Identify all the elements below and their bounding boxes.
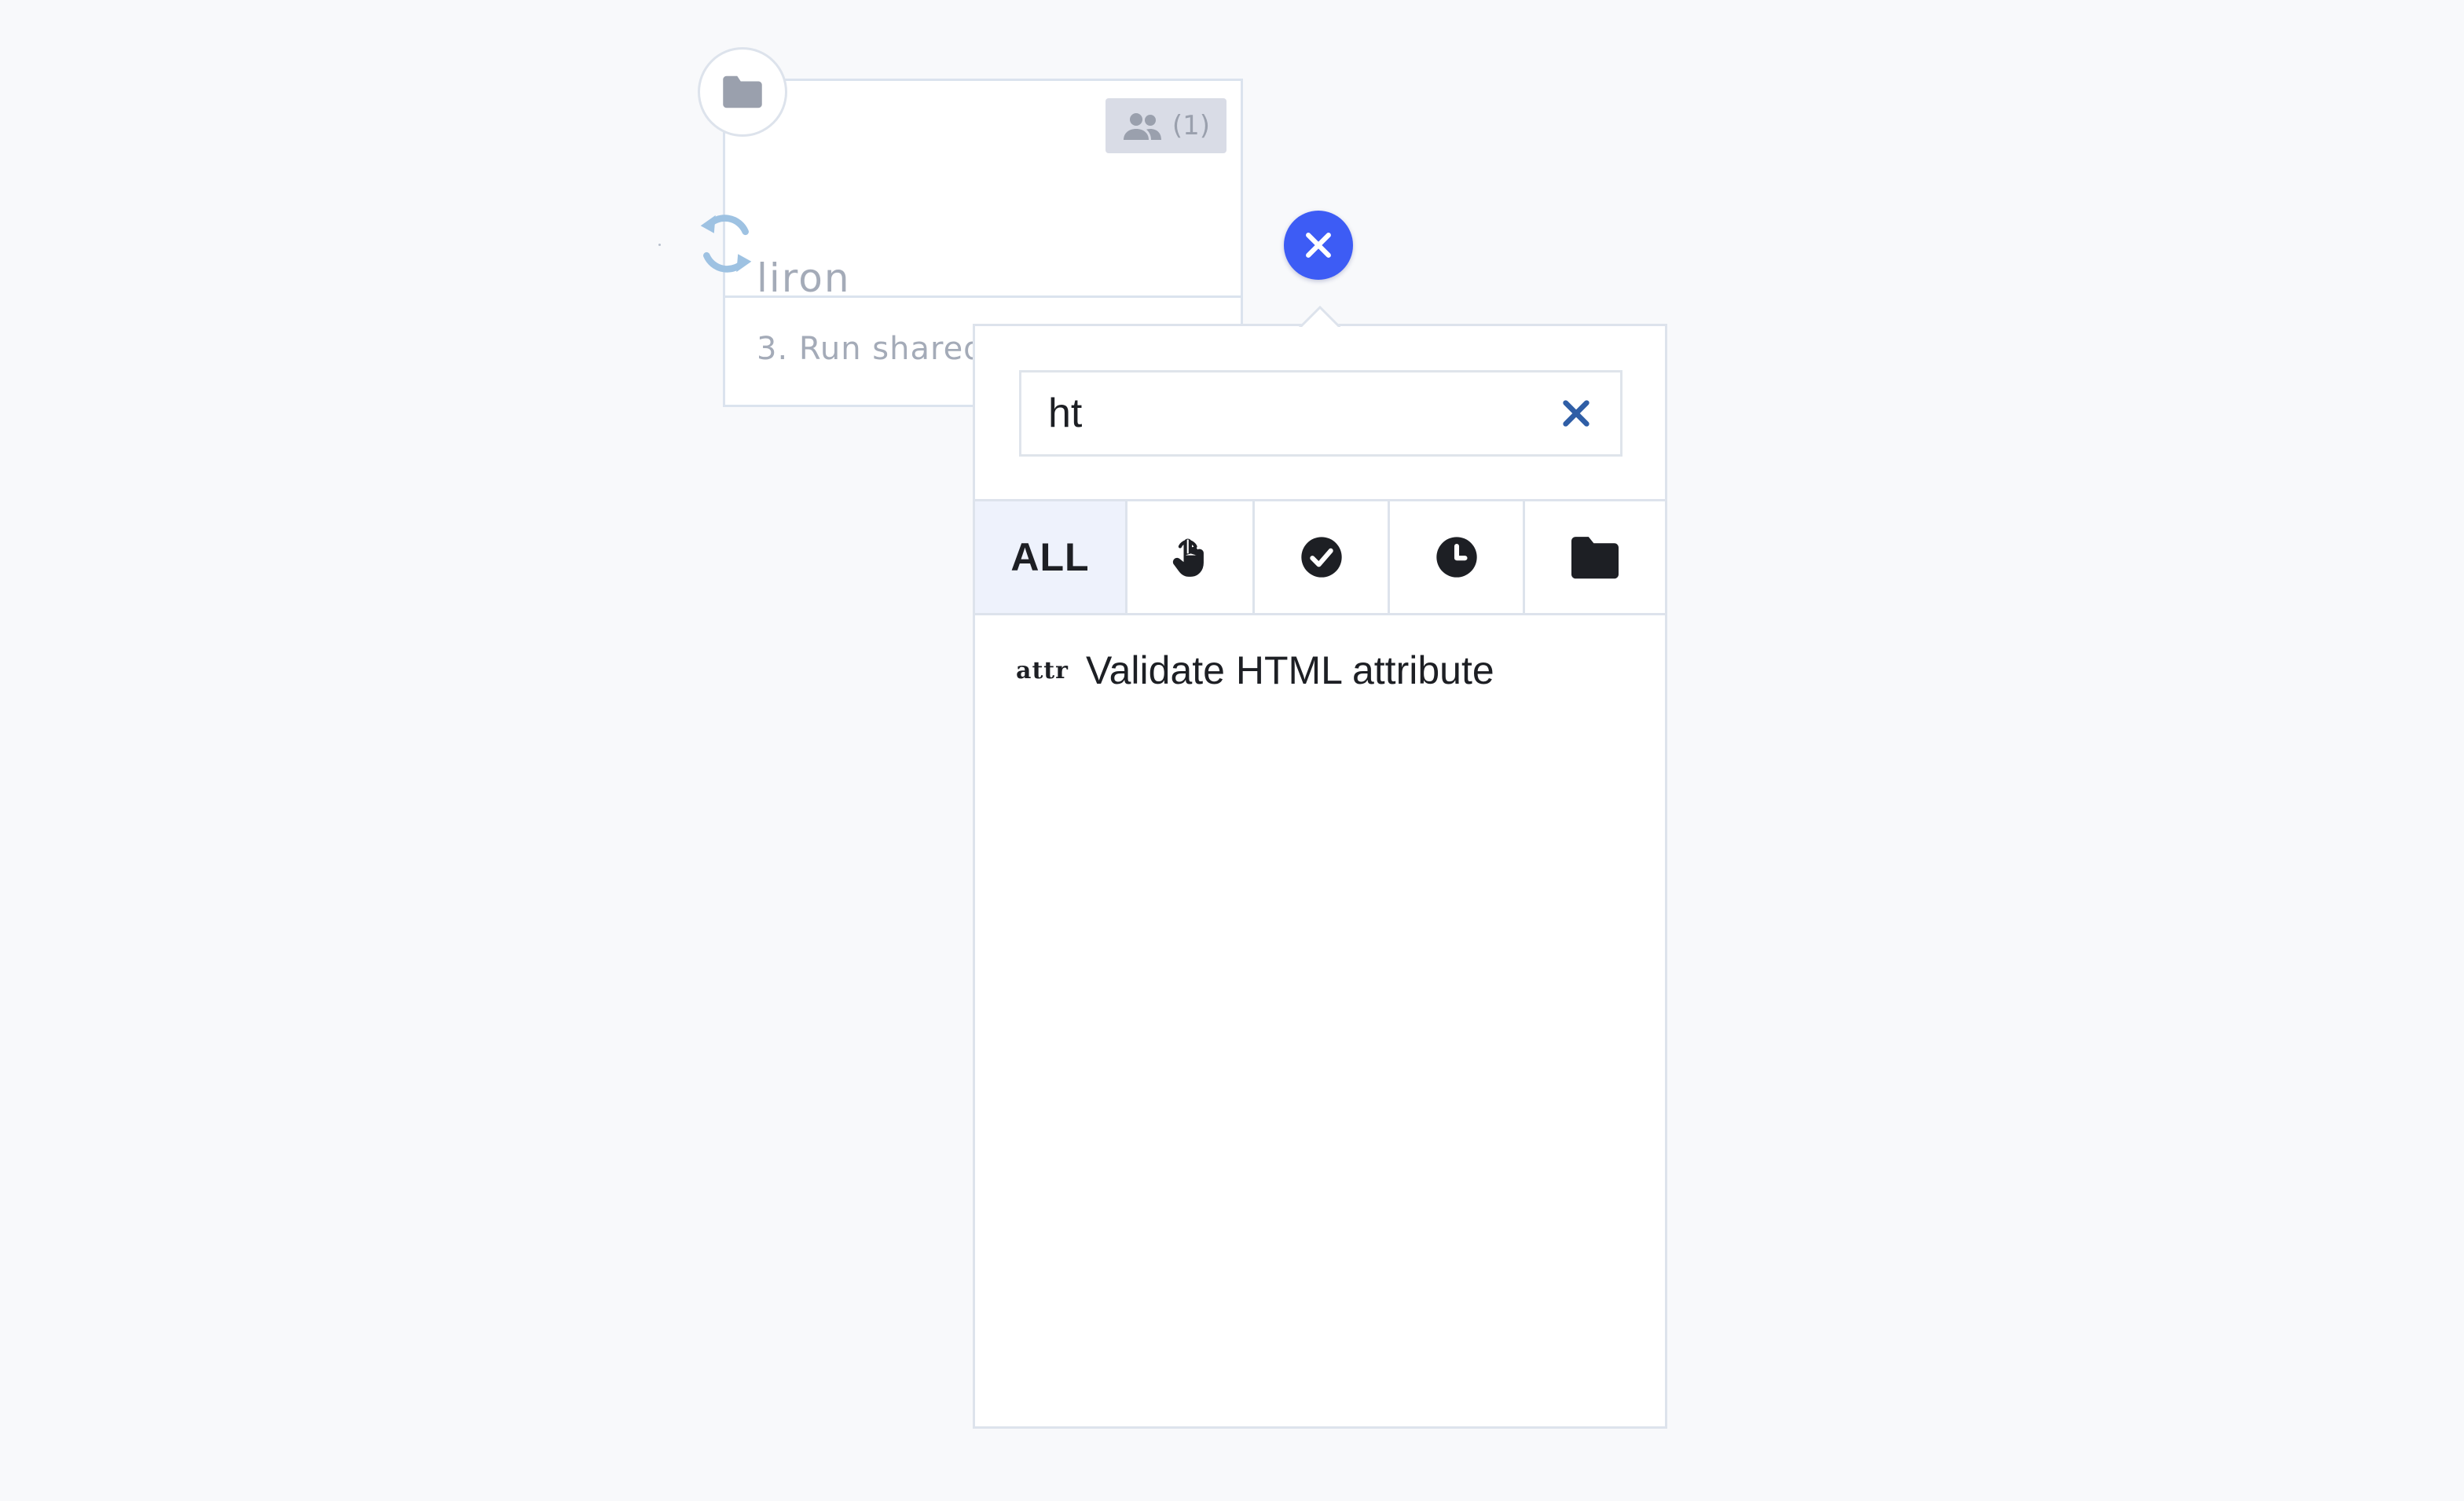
shared-users-count: (1) <box>1172 110 1211 141</box>
folder-badge[interactable] <box>698 47 787 137</box>
pointer-hand-icon <box>1172 538 1204 577</box>
search-box <box>1019 370 1622 457</box>
close-icon <box>1306 233 1331 258</box>
tab-waits[interactable] <box>1390 501 1525 613</box>
filter-tabs: ALL <box>975 499 1665 615</box>
popover-arrow <box>1296 305 1340 327</box>
clear-search-icon[interactable] <box>1560 398 1592 429</box>
shared-users-badge[interactable]: (1) <box>1106 98 1226 153</box>
tab-assertions[interactable] <box>1255 501 1390 613</box>
sync-icon[interactable] <box>696 211 756 277</box>
result-list: attr Validate HTML attribute <box>975 615 1665 725</box>
close-popover-button[interactable] <box>1284 211 1353 280</box>
folder-icon <box>1571 537 1619 579</box>
clock-icon <box>1436 537 1477 578</box>
check-circle-icon <box>1300 537 1342 578</box>
tab-shared-steps[interactable] <box>1525 501 1665 613</box>
card-step-label: 3. Run shared <box>757 331 984 367</box>
list-item[interactable]: attr Validate HTML attribute <box>975 615 1665 725</box>
card-title: liron <box>757 255 851 301</box>
users-icon <box>1123 113 1161 140</box>
search-input[interactable] <box>1048 372 1535 454</box>
result-type-tag: attr <box>1016 656 1069 684</box>
tab-actions[interactable] <box>1128 501 1255 613</box>
folder-icon <box>723 75 762 108</box>
step-picker-popover: ALL attr <box>973 324 1667 1429</box>
card-header: (1) liron <box>725 81 1241 301</box>
tab-all[interactable]: ALL <box>975 501 1128 613</box>
result-label: Validate HTML attribute <box>1085 648 1494 692</box>
tab-all-label: ALL <box>1010 535 1090 579</box>
canvas-dot <box>658 244 661 246</box>
